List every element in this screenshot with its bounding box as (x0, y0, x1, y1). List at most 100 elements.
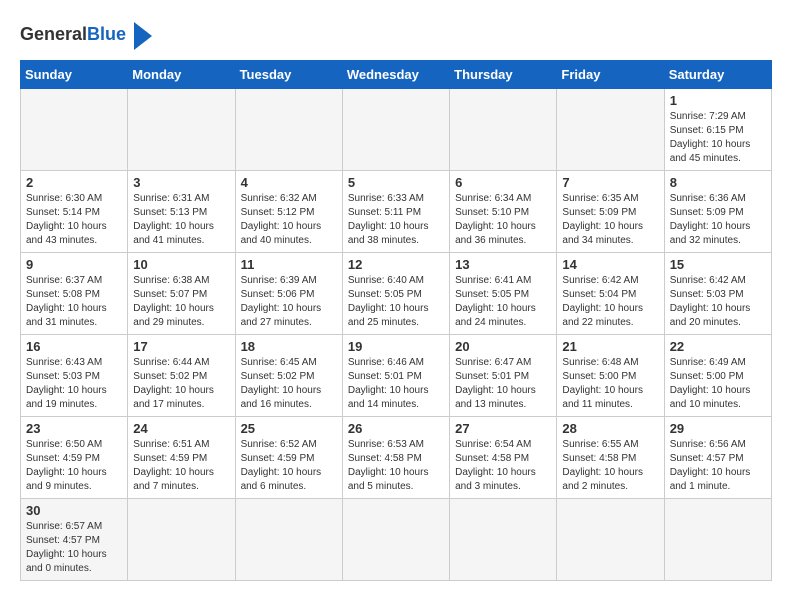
calendar-cell: 20 Sunrise: 6:47 AM Sunset: 5:01 PM Dayli… (450, 335, 557, 417)
day-number: 19 (348, 339, 444, 354)
day-info: Sunrise: 6:33 AM Sunset: 5:11 PM Dayligh… (348, 192, 444, 248)
calendar-cell: 21 Sunrise: 6:48 AM Sunset: 5:00 PM Dayli… (557, 335, 664, 417)
day-info: Sunrise: 6:44 AM Sunset: 5:02 PM Dayligh… (133, 356, 229, 412)
calendar-cell: 3Sunrise: 6:31 AM Sunset: 5:13 PM Daylig… (128, 171, 235, 253)
day-info: Sunrise: 6:30 AM Sunset: 5:14 PM Dayligh… (26, 192, 122, 248)
calendar-cell: 5 Sunrise: 6:33 AM Sunset: 5:11 PM Daylig… (342, 171, 449, 253)
day-info: Sunrise: 6:53 AM Sunset: 4:58 PM Dayligh… (348, 438, 444, 494)
calendar-cell: 18 Sunrise: 6:45 AM Sunset: 5:02 PM Dayli… (235, 335, 342, 417)
calendar-cell: 13 Sunrise: 6:41 AM Sunset: 5:05 PM Dayli… (450, 253, 557, 335)
day-number: 13 (455, 257, 551, 272)
calendar-cell: 29Sunrise: 6:56 AM Sunset: 4:57 PM Dayli… (664, 417, 771, 499)
day-info: Sunrise: 6:41 AM Sunset: 5:05 PM Dayligh… (455, 274, 551, 330)
calendar-cell: 11 Sunrise: 6:39 AM Sunset: 5:06 PM Dayli… (235, 253, 342, 335)
calendar-table: SundayMondayTuesdayWednesdayThursdayFrid… (20, 60, 772, 581)
calendar-cell: 6 Sunrise: 6:34 AM Sunset: 5:10 PM Daylig… (450, 171, 557, 253)
day-number: 17 (133, 339, 229, 354)
day-info: Sunrise: 6:36 AM Sunset: 5:09 PM Dayligh… (670, 192, 766, 248)
day-number: 18 (241, 339, 337, 354)
calendar-cell: 14 Sunrise: 6:42 AM Sunset: 5:04 PM Dayli… (557, 253, 664, 335)
day-number: 2 (26, 175, 122, 190)
day-number: 14 (562, 257, 658, 272)
day-number: 8 (670, 175, 766, 190)
calendar-cell: 23Sunrise: 6:50 AM Sunset: 4:59 PM Dayli… (21, 417, 128, 499)
day-info: Sunrise: 7:29 AM Sunset: 6:15 PM Dayligh… (670, 110, 766, 166)
day-number: 3 (133, 175, 229, 190)
calendar-cell: 26 Sunrise: 6:53 AM Sunset: 4:58 PM Dayli… (342, 417, 449, 499)
calendar-cell (450, 89, 557, 171)
calendar-week-row: 2 Sunrise: 6:30 AM Sunset: 5:14 PM Daylig… (21, 171, 772, 253)
calendar-cell: 24 Sunrise: 6:51 AM Sunset: 4:59 PM Dayli… (128, 417, 235, 499)
weekday-header: Friday (557, 61, 664, 89)
day-info: Sunrise: 6:32 AM Sunset: 5:12 PM Dayligh… (241, 192, 337, 248)
day-info: Sunrise: 6:51 AM Sunset: 4:59 PM Dayligh… (133, 438, 229, 494)
day-info: Sunrise: 6:35 AM Sunset: 5:09 PM Dayligh… (562, 192, 658, 248)
calendar-cell: 16 Sunrise: 6:43 AM Sunset: 5:03 PM Dayli… (21, 335, 128, 417)
day-number: 10 (133, 257, 229, 272)
weekday-header: Monday (128, 61, 235, 89)
day-info: Sunrise: 6:39 AM Sunset: 5:06 PM Dayligh… (241, 274, 337, 330)
day-info: Sunrise: 6:47 AM Sunset: 5:01 PM Dayligh… (455, 356, 551, 412)
calendar-cell: 27 Sunrise: 6:54 AM Sunset: 4:58 PM Dayli… (450, 417, 557, 499)
day-info: Sunrise: 6:52 AM Sunset: 4:59 PM Dayligh… (241, 438, 337, 494)
calendar-cell: 4 Sunrise: 6:32 AM Sunset: 5:12 PM Daylig… (235, 171, 342, 253)
day-number: 6 (455, 175, 551, 190)
calendar-cell (128, 89, 235, 171)
day-info: Sunrise: 6:57 AM Sunset: 4:57 PM Dayligh… (26, 520, 122, 576)
day-info: Sunrise: 6:40 AM Sunset: 5:05 PM Dayligh… (348, 274, 444, 330)
day-number: 11 (241, 257, 337, 272)
day-info: Sunrise: 6:54 AM Sunset: 4:58 PM Dayligh… (455, 438, 551, 494)
day-number: 12 (348, 257, 444, 272)
calendar-cell (128, 499, 235, 581)
logo-general: General (20, 24, 87, 44)
calendar-cell (342, 89, 449, 171)
day-info: Sunrise: 6:38 AM Sunset: 5:07 PM Dayligh… (133, 274, 229, 330)
weekday-header-row: SundayMondayTuesdayWednesdayThursdayFrid… (21, 61, 772, 89)
day-info: Sunrise: 6:48 AM Sunset: 5:00 PM Dayligh… (562, 356, 658, 412)
day-number: 15 (670, 257, 766, 272)
calendar-cell: 7 Sunrise: 6:35 AM Sunset: 5:09 PM Daylig… (557, 171, 664, 253)
calendar-week-row: 16 Sunrise: 6:43 AM Sunset: 5:03 PM Dayli… (21, 335, 772, 417)
day-info: Sunrise: 6:46 AM Sunset: 5:01 PM Dayligh… (348, 356, 444, 412)
day-info: Sunrise: 6:56 AM Sunset: 4:57 PM Dayligh… (670, 438, 766, 494)
day-number: 16 (26, 339, 122, 354)
day-number: 26 (348, 421, 444, 436)
day-number: 1 (670, 93, 766, 108)
calendar-cell (235, 89, 342, 171)
day-info: Sunrise: 6:55 AM Sunset: 4:58 PM Dayligh… (562, 438, 658, 494)
day-info: Sunrise: 6:43 AM Sunset: 5:03 PM Dayligh… (26, 356, 122, 412)
day-number: 20 (455, 339, 551, 354)
logo-text: GeneralBlue (20, 24, 126, 46)
calendar-cell (557, 499, 664, 581)
day-number: 27 (455, 421, 551, 436)
day-info: Sunrise: 6:45 AM Sunset: 5:02 PM Dayligh… (241, 356, 337, 412)
day-number: 9 (26, 257, 122, 272)
day-info: Sunrise: 6:42 AM Sunset: 5:03 PM Dayligh… (670, 274, 766, 330)
calendar-cell: 19 Sunrise: 6:46 AM Sunset: 5:01 PM Dayli… (342, 335, 449, 417)
calendar-cell (342, 499, 449, 581)
day-number: 21 (562, 339, 658, 354)
calendar-cell (235, 499, 342, 581)
calendar-week-row: 23Sunrise: 6:50 AM Sunset: 4:59 PM Dayli… (21, 417, 772, 499)
weekday-header: Sunday (21, 61, 128, 89)
day-number: 28 (562, 421, 658, 436)
day-number: 7 (562, 175, 658, 190)
calendar-week-row: 9Sunrise: 6:37 AM Sunset: 5:08 PM Daylig… (21, 253, 772, 335)
calendar-cell: 28 Sunrise: 6:55 AM Sunset: 4:58 PM Dayli… (557, 417, 664, 499)
calendar-cell: 25Sunrise: 6:52 AM Sunset: 4:59 PM Dayli… (235, 417, 342, 499)
calendar-cell: 10 Sunrise: 6:38 AM Sunset: 5:07 PM Dayli… (128, 253, 235, 335)
day-info: Sunrise: 6:34 AM Sunset: 5:10 PM Dayligh… (455, 192, 551, 248)
day-number: 4 (241, 175, 337, 190)
calendar-cell: 12 Sunrise: 6:40 AM Sunset: 5:05 PM Dayli… (342, 253, 449, 335)
calendar-cell (557, 89, 664, 171)
day-number: 24 (133, 421, 229, 436)
weekday-header: Wednesday (342, 61, 449, 89)
calendar-week-row: 30Sunrise: 6:57 AM Sunset: 4:57 PM Dayli… (21, 499, 772, 581)
day-info: Sunrise: 6:49 AM Sunset: 5:00 PM Dayligh… (670, 356, 766, 412)
header: GeneralBlue (20, 20, 772, 50)
calendar-cell: 22Sunrise: 6:49 AM Sunset: 5:00 PM Dayli… (664, 335, 771, 417)
calendar-cell (664, 499, 771, 581)
calendar-cell (21, 89, 128, 171)
day-number: 5 (348, 175, 444, 190)
day-info: Sunrise: 6:42 AM Sunset: 5:04 PM Dayligh… (562, 274, 658, 330)
